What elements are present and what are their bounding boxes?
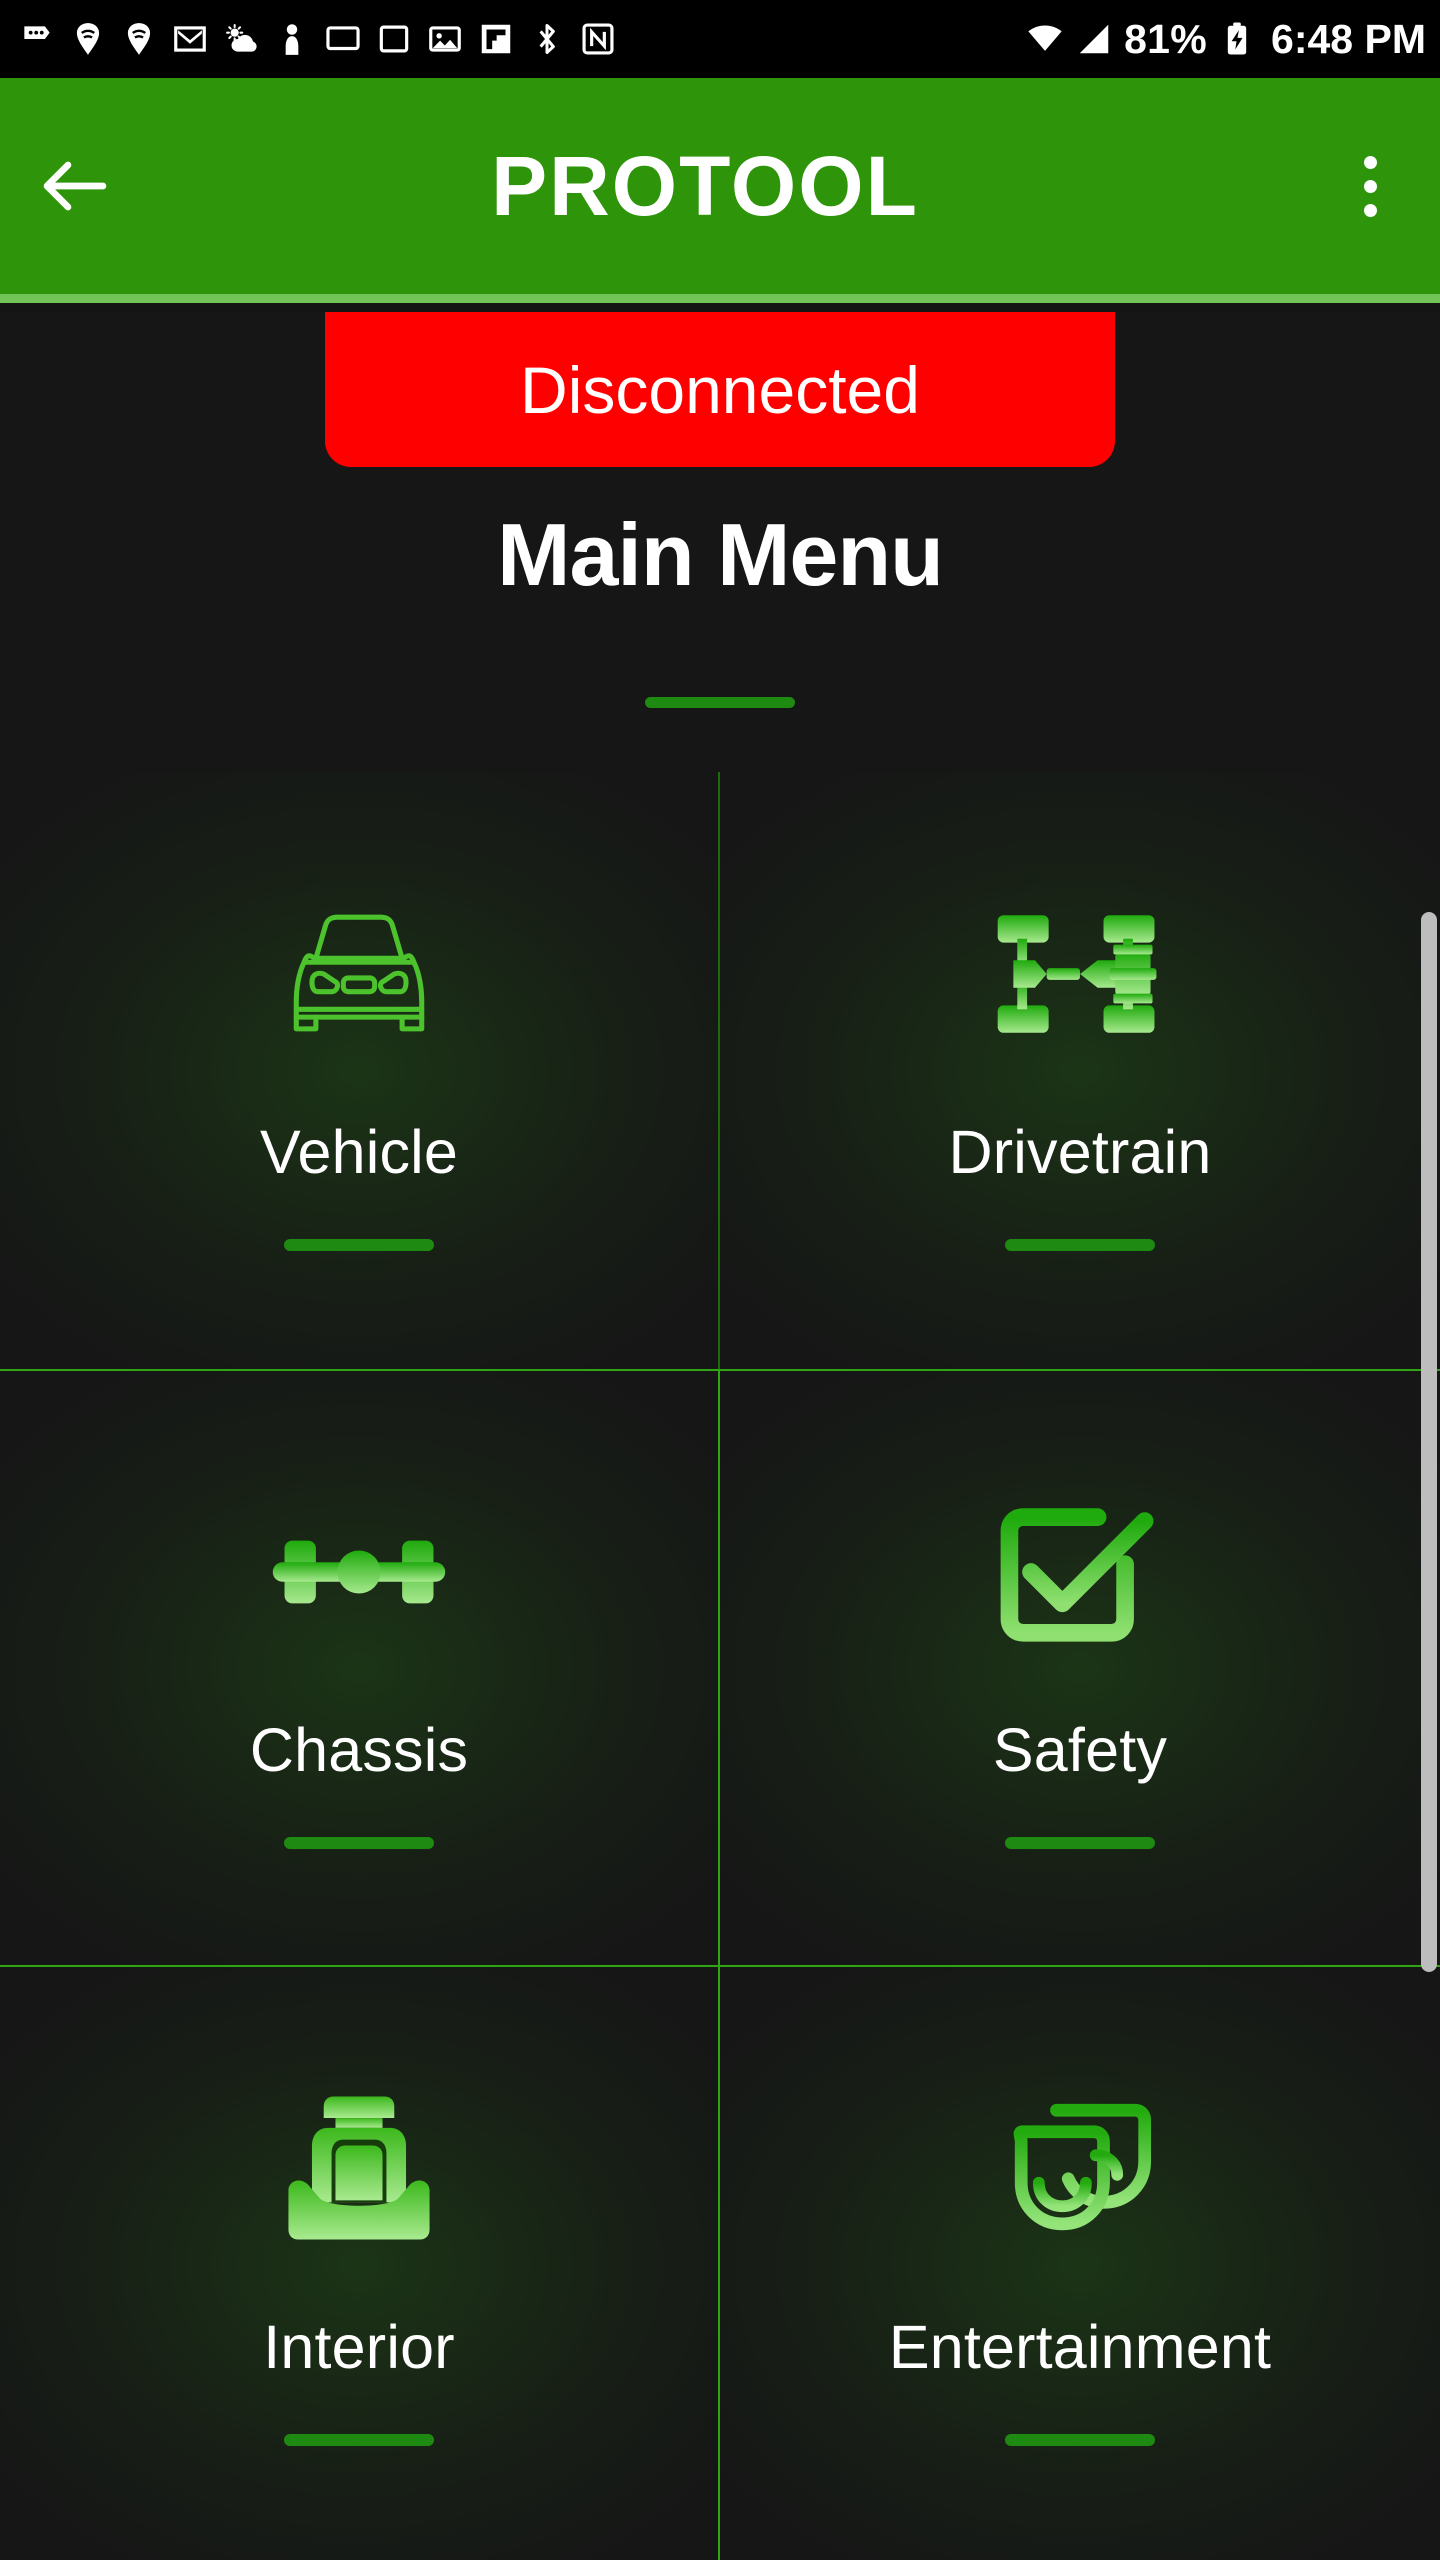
more-messages-icon	[24, 26, 50, 39]
menu-tile-chassis[interactable]: Chassis	[0, 1368, 720, 1966]
app-root: 81% 6:48 PM PROTOOL Disconnected Main Me…	[0, 0, 1440, 2560]
connection-status-badge: Disconnected	[325, 312, 1115, 467]
menu-tile-accent	[284, 2433, 434, 2446]
menu-tile-interior[interactable]: Interior	[0, 1965, 720, 2560]
cellular-signal-icon	[1079, 24, 1109, 54]
menu-tile-label: Drivetrain	[948, 1118, 1212, 1187]
connection-status-label: Disconnected	[520, 352, 920, 427]
status-bar: 81% 6:48 PM	[0, 0, 1440, 78]
overflow-menu-button[interactable]	[1300, 74, 1440, 299]
battery-percent-label: 81%	[1124, 15, 1208, 62]
car-seat-icon	[254, 2084, 464, 2254]
battery-charging-icon	[1227, 22, 1247, 55]
clock-label: 6:48 PM	[1271, 15, 1426, 62]
menu-tile-drivetrain[interactable]: Drivetrain	[720, 772, 1440, 1369]
vertical-scrollbar[interactable]	[1421, 912, 1437, 1972]
status-bar-right-group: 81% 6:48 PM	[1026, 16, 1426, 63]
menu-tile-vehicle[interactable]: Vehicle	[0, 772, 720, 1369]
status-bar-left-icons	[18, 20, 1026, 58]
app-bar-title: PROTOOL	[491, 138, 919, 233]
overflow-dot-icon	[1363, 155, 1377, 169]
bluetooth-icon	[539, 24, 555, 54]
monitor-icon	[379, 25, 409, 53]
menu-tile-label: Chassis	[249, 1715, 469, 1784]
main-content: Disconnected Main Menu Vehicle Drivetrai…	[0, 312, 1440, 2560]
wifi-calling-icon	[76, 23, 100, 55]
nfc-icon	[582, 23, 614, 55]
cast-screen-icon	[326, 26, 360, 51]
car-front-icon	[254, 889, 464, 1059]
overflow-dot-icon	[1363, 203, 1377, 217]
menu-tile-accent	[1005, 1836, 1155, 1849]
person-icon	[285, 24, 299, 55]
menu-tile-label: Safety	[992, 1715, 1168, 1784]
overflow-dot-icon	[1363, 179, 1377, 193]
menu-tile-accent	[1005, 2433, 1155, 2446]
wifi-icon	[1028, 25, 1062, 51]
wifi-calling-alt-icon	[127, 23, 151, 55]
weather-partly-cloudy-icon	[226, 24, 257, 52]
gmail-icon	[174, 26, 206, 52]
menu-tile-entertainment[interactable]: Entertainment	[720, 1965, 1440, 2560]
menu-tile-accent	[1005, 1239, 1155, 1252]
drivetrain-axle-icon	[975, 889, 1185, 1059]
main-menu-grid: Vehicle Drivetrain Chassis Safety Interi…	[0, 772, 1440, 2560]
photos-icon	[429, 26, 461, 52]
checkbox-check-icon	[975, 1487, 1185, 1657]
menu-tile-label: Vehicle	[259, 1118, 459, 1187]
menu-tile-label: Entertainment	[888, 2312, 1272, 2381]
flipboard-icon	[481, 24, 511, 54]
page-title-accent	[645, 697, 795, 708]
menu-tile-accent	[284, 1239, 434, 1252]
page-title: Main Menu	[497, 505, 944, 604]
menu-tile-accent	[284, 1836, 434, 1849]
theater-masks-icon	[975, 2084, 1185, 2254]
menu-tile-label: Interior	[263, 2312, 455, 2381]
back-arrow-icon	[43, 161, 107, 211]
chassis-axle-icon	[254, 1487, 464, 1657]
menu-tile-safety[interactable]: Safety	[720, 1368, 1440, 1966]
app-bar: PROTOOL	[0, 78, 1440, 303]
